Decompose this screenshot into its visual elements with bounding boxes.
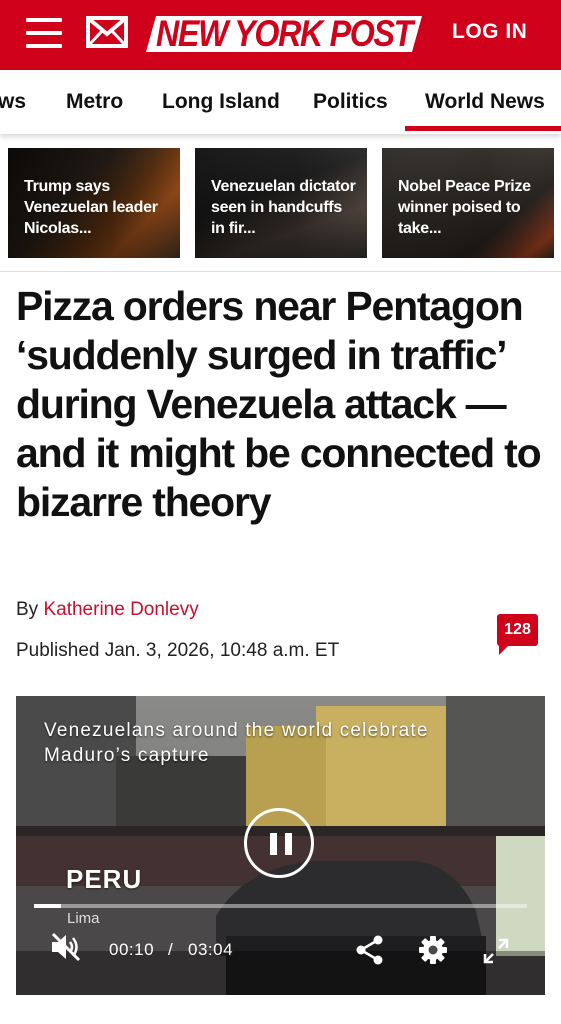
comment-count-badge[interactable]: 128 — [497, 614, 538, 655]
nav-item-world-news[interactable]: World News — [425, 90, 545, 114]
location-overlay-city: Lima — [67, 910, 100, 927]
video-progress-fill — [34, 904, 61, 908]
pause-icon[interactable] — [244, 808, 314, 878]
byline-label: By — [16, 599, 39, 620]
video-duration: 03:04 — [188, 940, 234, 959]
menu-icon[interactable] — [26, 18, 62, 48]
logo-text: NEW YORK POST — [156, 14, 416, 54]
byline: By Katherine Donlevy — [16, 599, 199, 621]
video-player[interactable]: Venezuelans around the world celebrate M… — [16, 696, 545, 995]
fullscreen-icon[interactable] — [482, 937, 510, 970]
time-separator: / — [168, 940, 174, 959]
related-stories: Trump says Venezuelan leader Nicolas... … — [0, 148, 561, 260]
nav-item-metro[interactable]: Metro — [66, 90, 123, 114]
login-button[interactable]: LOG IN — [452, 20, 527, 44]
video-progress-bar[interactable] — [34, 904, 527, 908]
current-time: 00:10 — [109, 940, 155, 959]
related-story-card[interactable]: Trump says Venezuelan leader Nicolas... — [8, 148, 180, 258]
top-bar: NEW YORK POST LOG IN — [0, 0, 561, 70]
mute-icon[interactable] — [50, 932, 82, 967]
article-headline: Pizza orders near Pentagon ‘suddenly sur… — [16, 283, 542, 525]
author-link[interactable]: Katherine Donlevy — [43, 599, 198, 620]
divider — [0, 271, 561, 272]
nav-item-news[interactable]: ws — [0, 90, 26, 114]
share-icon[interactable] — [355, 935, 385, 970]
active-tab-indicator — [405, 126, 561, 131]
related-story-card[interactable]: Nobel Peace Prize winner poised to take.… — [382, 148, 554, 258]
nav-item-politics[interactable]: Politics — [313, 90, 388, 114]
published-date: Published Jan. 3, 2026, 10:48 a.m. ET — [16, 640, 340, 661]
site-logo[interactable]: NEW YORK POST — [146, 14, 422, 54]
settings-icon[interactable] — [418, 935, 448, 970]
related-story-card[interactable]: Venezuelan dictator seen in handcuffs in… — [195, 148, 367, 258]
story-title: Venezuelan dictator seen in handcuffs in… — [211, 178, 356, 237]
location-overlay-country: PERU — [66, 864, 143, 894]
story-title: Nobel Peace Prize winner poised to take.… — [398, 178, 531, 237]
video-title: Venezuelans around the world celebrate M… — [44, 720, 429, 766]
story-title: Trump says Venezuelan leader Nicolas... — [24, 178, 158, 237]
mail-icon[interactable] — [86, 16, 128, 48]
nav-item-long-island[interactable]: Long Island — [162, 90, 280, 114]
section-nav: ws Metro Long Island Politics World News — [0, 70, 561, 134]
